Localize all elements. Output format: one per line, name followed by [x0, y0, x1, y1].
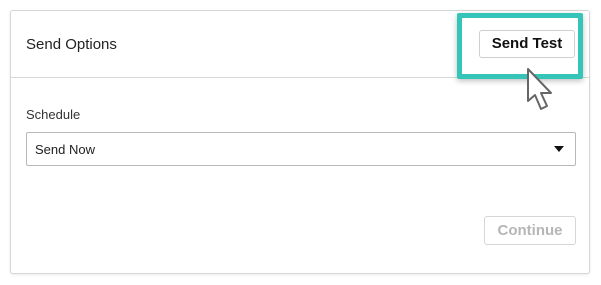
send-test-button[interactable]: Send Test — [479, 30, 575, 58]
schedule-selected-value: Send Now — [35, 142, 95, 157]
pointer-cursor-icon — [527, 68, 552, 110]
schedule-select[interactable]: Send Now — [26, 132, 576, 166]
continue-button[interactable]: Continue — [484, 216, 576, 245]
send-options-title: Send Options — [26, 36, 117, 53]
caret-down-icon — [554, 146, 564, 152]
schedule-label: Schedule — [26, 107, 81, 122]
